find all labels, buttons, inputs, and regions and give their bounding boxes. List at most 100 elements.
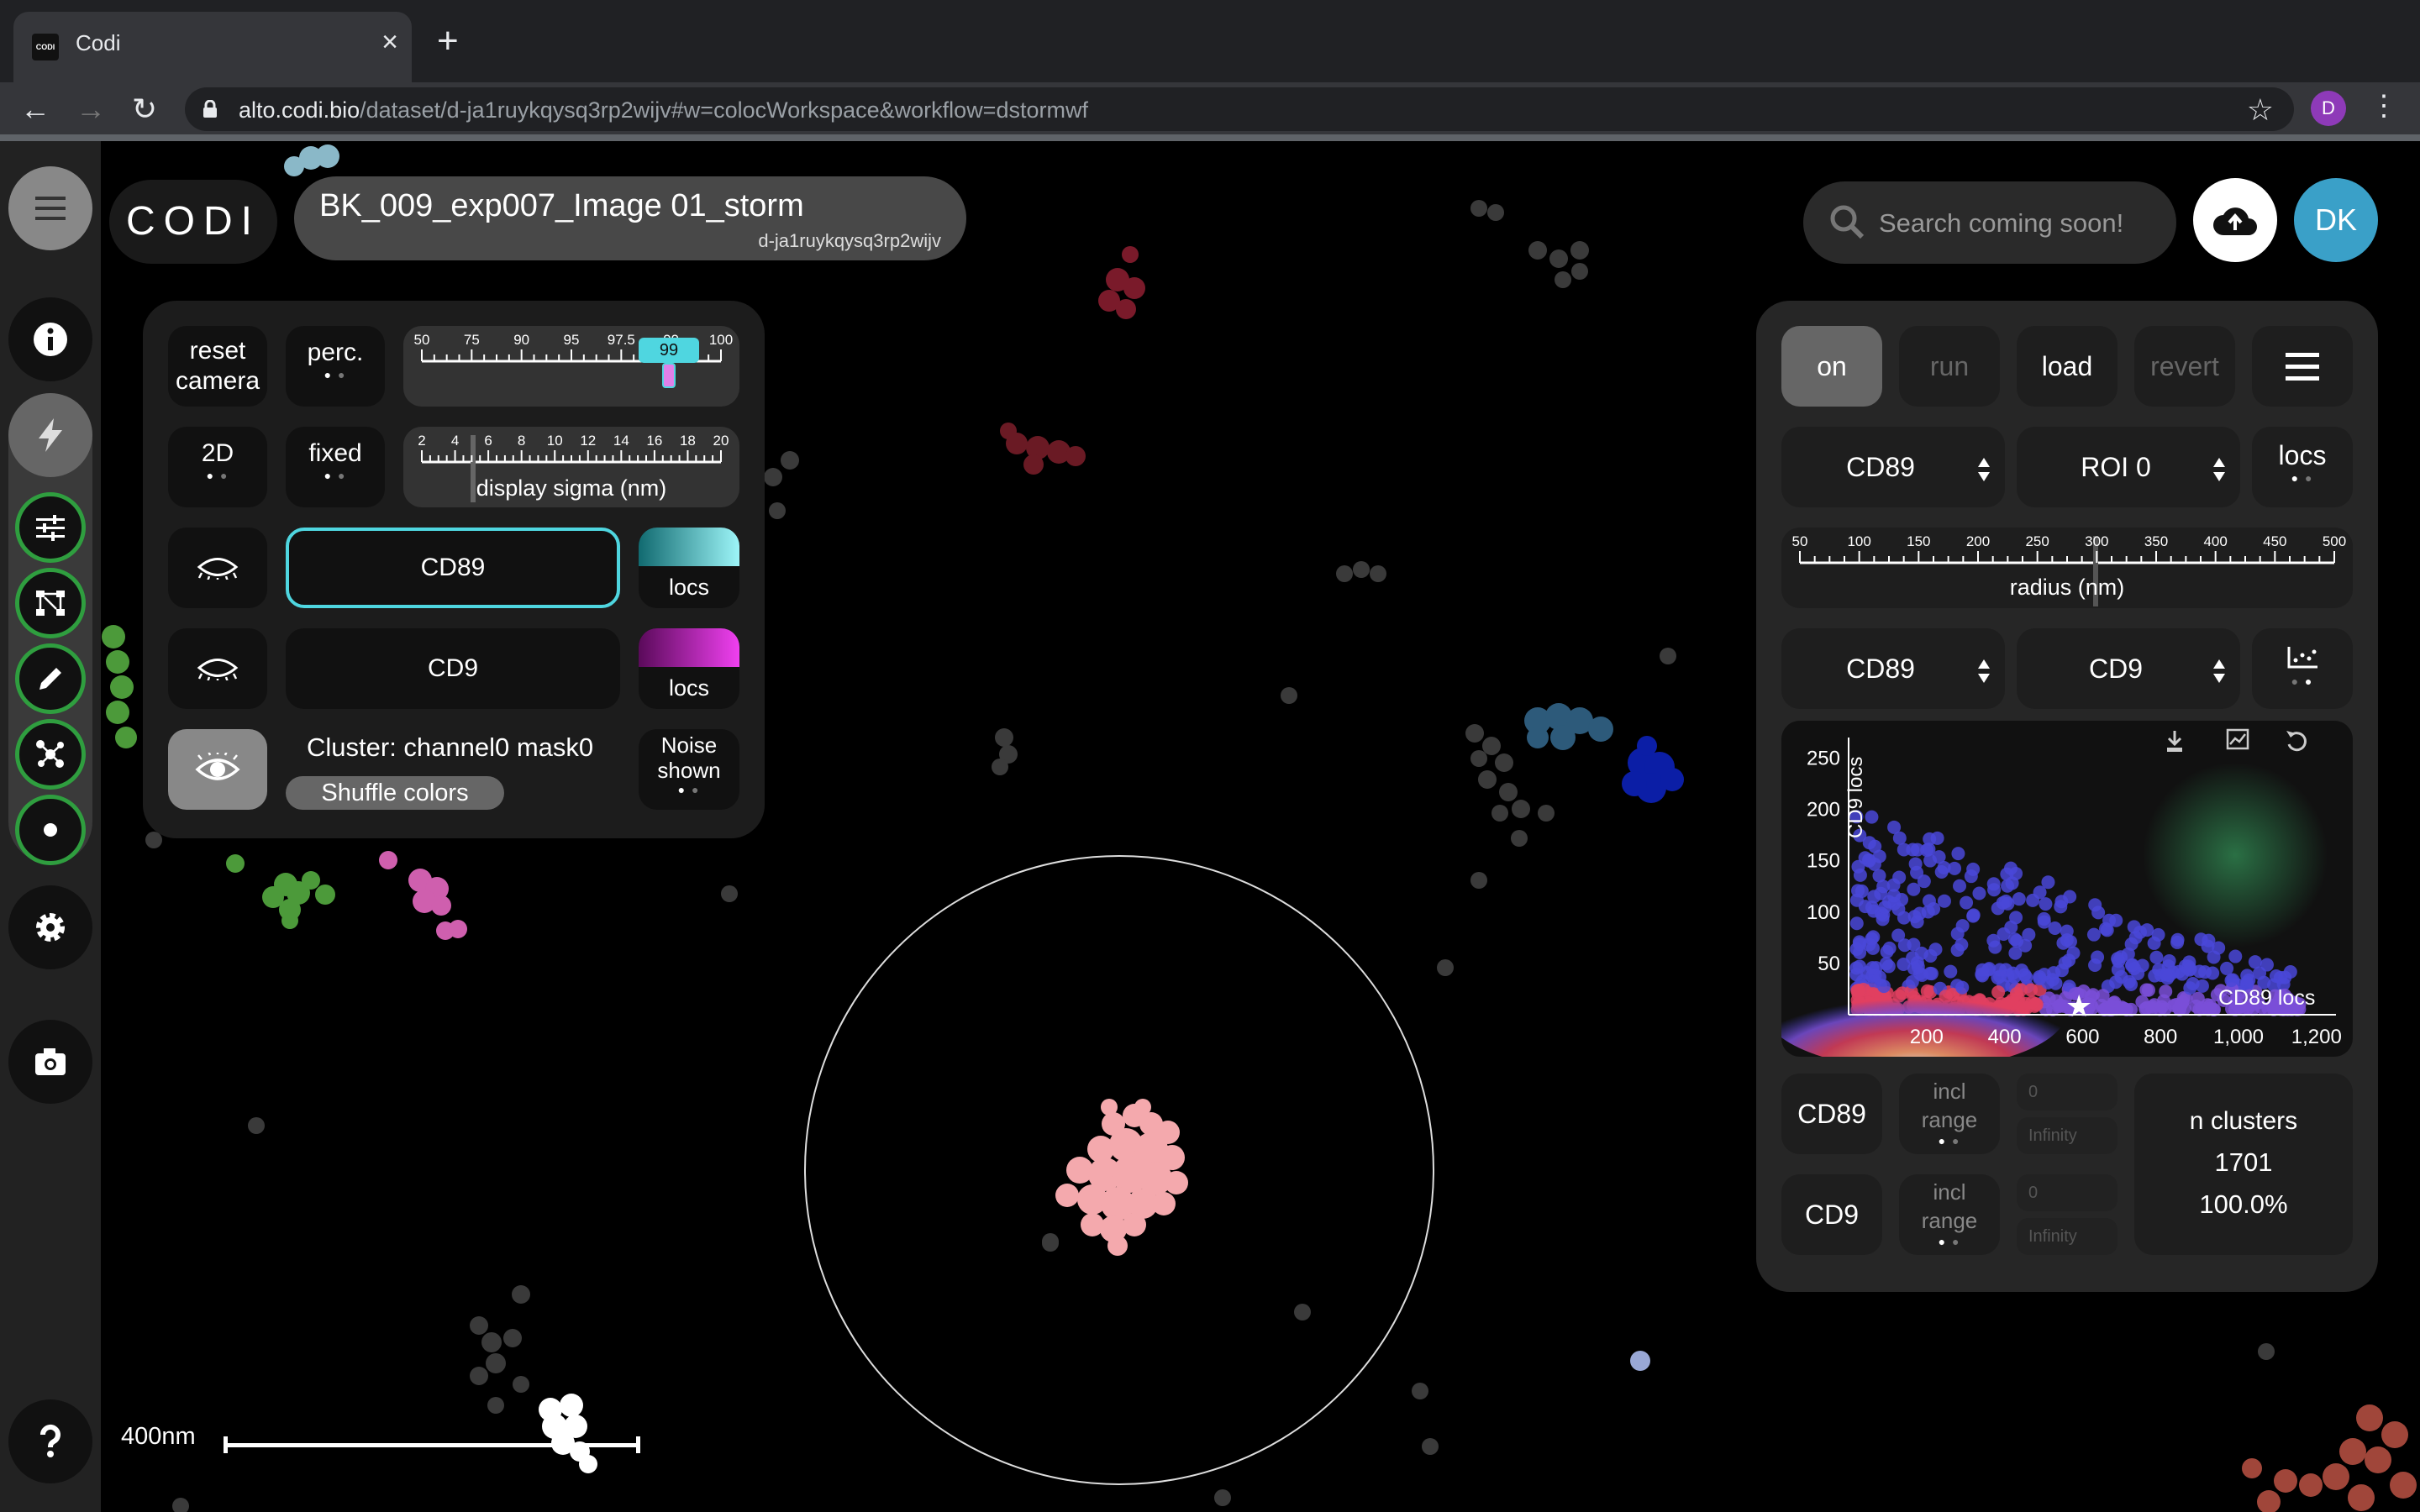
- channel2-select[interactable]: CD9: [286, 628, 620, 709]
- channel1-select[interactable]: CD89: [286, 528, 620, 608]
- bookmark-star-icon[interactable]: ☆: [2247, 92, 2274, 128]
- scatter-point: [1972, 886, 1986, 900]
- scatter-point: [1849, 916, 1864, 931]
- back-icon[interactable]: ←: [13, 87, 57, 131]
- y-tick-label: 100: [1807, 901, 1840, 924]
- channel2-color-swatch[interactable]: [639, 628, 739, 667]
- cluster-blob: [1524, 703, 1613, 750]
- y-channel-select[interactable]: CD9: [2017, 628, 2240, 709]
- browser-menu-icon[interactable]: ⋮: [2370, 89, 2398, 123]
- sliders-icon[interactable]: [15, 492, 86, 563]
- browser-tab[interactable]: CODI Codi ×: [13, 12, 412, 82]
- shuffle-colors-button[interactable]: Shuffle colors: [286, 776, 504, 810]
- filter-channel2-max-input[interactable]: Infinity: [2017, 1218, 2118, 1255]
- toggle-dots: ● ●: [206, 469, 229, 482]
- channel1-mode-button[interactable]: locs: [639, 528, 739, 608]
- filter-channel1-label: CD89: [1781, 1074, 1882, 1154]
- scatter-point: [2066, 946, 2081, 960]
- close-tab-icon[interactable]: ×: [381, 25, 398, 59]
- toggle-dots: ● ●: [677, 783, 701, 796]
- percentile-tick-label: 50: [414, 332, 430, 348]
- reload-icon[interactable]: ↻: [123, 87, 166, 131]
- x-tick-label: 200: [1910, 1026, 1944, 1048]
- target-icon[interactable]: [15, 795, 86, 865]
- on-button[interactable]: on: [1781, 326, 1882, 407]
- help-icon[interactable]: [8, 1399, 92, 1483]
- filter-channel1-max-input[interactable]: Infinity: [2017, 1117, 2118, 1154]
- info-icon[interactable]: [8, 297, 92, 381]
- user-avatar[interactable]: DK: [2294, 178, 2378, 262]
- scatter-plot-icon: [2287, 647, 2317, 669]
- browser-profile-avatar[interactable]: D: [2311, 91, 2346, 126]
- scatter-point: [1937, 894, 1951, 908]
- search-input[interactable]: Search coming soon!: [1803, 181, 2176, 264]
- new-tab-icon[interactable]: +: [437, 20, 459, 62]
- scatter-point: [1912, 906, 1927, 921]
- channel1-color-swatch[interactable]: [639, 528, 739, 566]
- address-bar[interactable]: alto.codi.bio/dataset/d-ja1ruykqysq3rp2w…: [185, 87, 2294, 131]
- 2d-toggle[interactable]: 2D ● ●: [168, 427, 267, 507]
- scatter-point: [1887, 896, 1902, 911]
- molecule-icon[interactable]: [15, 719, 86, 790]
- scatter-point: [2170, 932, 2185, 947]
- channel2-mode-button[interactable]: locs: [639, 628, 739, 709]
- scatter-point: [2242, 973, 2256, 987]
- y-tick-label: 150: [1807, 850, 1840, 873]
- network-icon[interactable]: [15, 568, 86, 638]
- toggle-dots: ● ●: [1938, 1134, 1961, 1147]
- scatter-point: [1868, 839, 1882, 853]
- colocalization-scatter-plot[interactable]: 50 100 150 200 250 200 400 600 800 1,000 1,200 CD…: [1781, 721, 2353, 1057]
- select-arrows-icon: [1978, 659, 1990, 683]
- camera-icon[interactable]: [8, 1020, 92, 1104]
- filter-channel1-incl-range-toggle[interactable]: incl range ● ●: [1899, 1074, 2000, 1154]
- select-arrows-icon: [2213, 659, 2225, 683]
- cluster-blob: [1000, 423, 1086, 475]
- channel1-visibility-toggle[interactable]: [168, 528, 267, 608]
- panel-menu-icon[interactable]: [2252, 326, 2353, 407]
- percentile-slider[interactable]: 5075909597.599100 99: [403, 326, 739, 407]
- codi-favicon-icon: CODI: [32, 34, 59, 60]
- lightning-icon[interactable]: [8, 393, 92, 477]
- filter-channel2-min-input[interactable]: 0: [2017, 1174, 2118, 1211]
- noise-toggle[interactable]: Noise shown ● ●: [639, 729, 739, 810]
- scatter-point: [2174, 998, 2188, 1012]
- x-channel-select[interactable]: CD89: [1781, 628, 2005, 709]
- scatter-point: [1923, 832, 1937, 846]
- x-tick-label: 1,200: [2291, 1026, 2342, 1048]
- plot-type-toggle[interactable]: ● ●: [2252, 628, 2353, 709]
- select-arrows-icon: [1978, 458, 1990, 481]
- cloud-upload-icon[interactable]: [2193, 178, 2277, 262]
- locs-toggle[interactable]: locs ● ●: [2252, 427, 2353, 507]
- pencil-icon[interactable]: [15, 643, 86, 714]
- scatter-point: [2197, 965, 2212, 979]
- radius-label: radius (nm): [2009, 575, 2125, 600]
- codi-logo[interactable]: CODI: [109, 180, 277, 264]
- hamburger-menu-icon[interactable]: [8, 166, 92, 250]
- scatter-point: [2010, 934, 2024, 948]
- percentile-handle[interactable]: [662, 363, 676, 388]
- radius-slider[interactable]: 50 100 150 200 250 300 350 400 450 500 radius (nm…: [1781, 528, 2353, 608]
- channel-select[interactable]: CD89: [1781, 427, 2005, 507]
- forward-icon[interactable]: →: [69, 87, 113, 131]
- load-button[interactable]: load: [2017, 326, 2118, 407]
- y-tick-labels: 50 100 150 200 250: [1807, 747, 1840, 974]
- filter-channel1-min-input[interactable]: 0: [2017, 1074, 2118, 1110]
- channel2-visibility-toggle[interactable]: [168, 628, 267, 709]
- percentile-toggle[interactable]: perc. ● ●: [286, 326, 385, 407]
- scatter-point: [2004, 920, 2018, 934]
- sigma-tick-label: 16: [646, 433, 662, 449]
- roi-select[interactable]: ROI 0: [2017, 427, 2240, 507]
- run-button[interactable]: run: [1899, 326, 2000, 407]
- filter-channel2-incl-range-toggle[interactable]: incl range ● ●: [1899, 1174, 2000, 1255]
- fixed-toggle[interactable]: fixed ● ●: [286, 427, 385, 507]
- gear-icon[interactable]: [8, 885, 92, 969]
- sigma-slider[interactable]: 2 4 6 8 10 12 14 16 18 20 display sigma (nm): [403, 427, 739, 507]
- x-tick-label: 800: [2144, 1026, 2177, 1048]
- reset-camera-button[interactable]: reset camera: [168, 326, 267, 407]
- dataset-title-pill[interactable]: BK_009_exp007_Image 01_storm d-ja1ruykqy…: [294, 176, 966, 260]
- scatter-point: [1892, 870, 1907, 885]
- cluster-visibility-toggle[interactable]: [168, 729, 267, 810]
- revert-button[interactable]: revert: [2134, 326, 2235, 407]
- scatter-point: [2008, 946, 2023, 960]
- scatter-point: [1865, 900, 1879, 915]
